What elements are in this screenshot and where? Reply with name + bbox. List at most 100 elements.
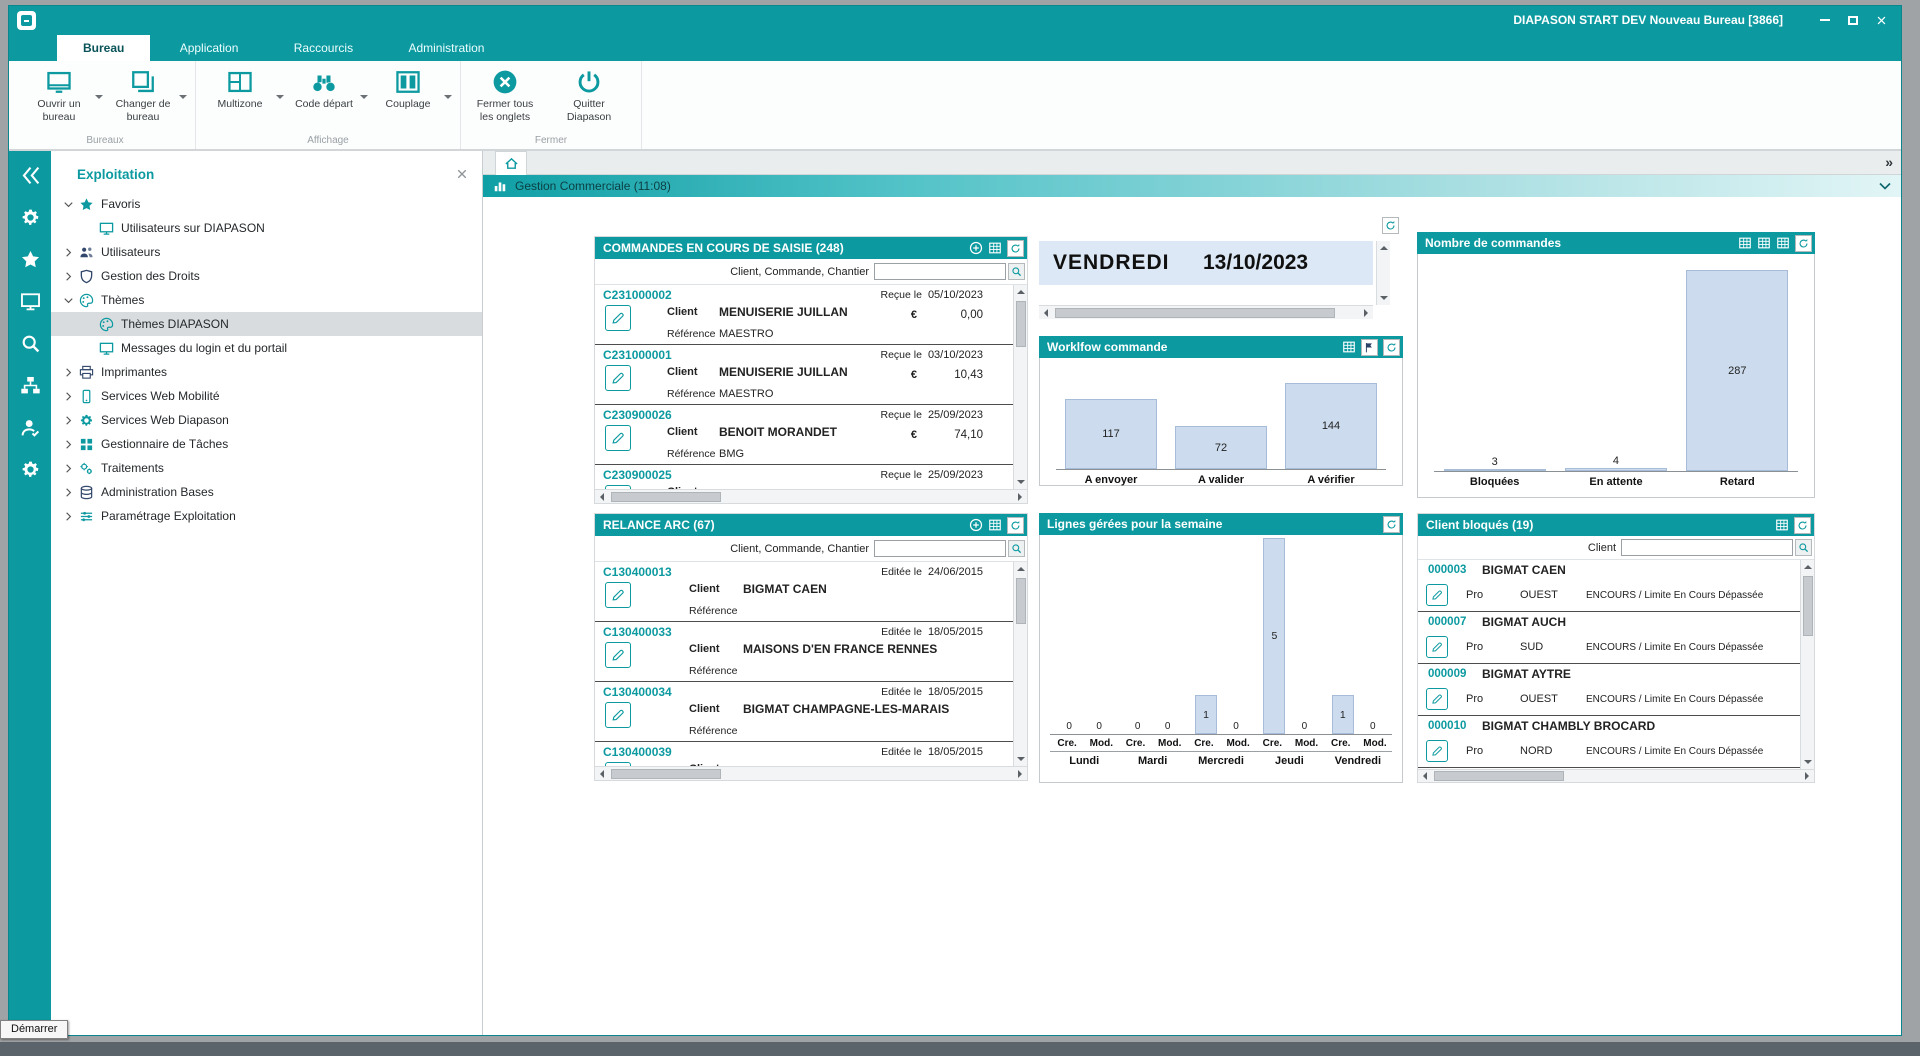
ribbon-button[interactable]: Ouvrir un bureau: [23, 67, 103, 123]
scroll-up-button[interactable]: [1014, 285, 1028, 299]
refresh-button[interactable]: [1383, 516, 1400, 533]
rail-item[interactable]: [20, 249, 41, 270]
close-button[interactable]: [1869, 10, 1893, 30]
ribbon-button[interactable]: Quitter Diapason: [553, 67, 633, 123]
vertical-scrollbar[interactable]: [1376, 241, 1390, 305]
rail-item[interactable]: [20, 291, 41, 312]
ribbon-button[interactable]: Couplage: [372, 67, 452, 111]
scroll-right-button[interactable]: [1359, 306, 1373, 320]
client-id-link[interactable]: 000010: [1428, 720, 1466, 732]
order-id-link[interactable]: C130400013: [603, 565, 672, 579]
ribbon-button[interactable]: Changer de bureau: [107, 67, 187, 123]
table-button[interactable]: [988, 518, 1002, 532]
scroll-thumb[interactable]: [611, 769, 721, 779]
scroll-up-button[interactable]: [1377, 241, 1391, 255]
search-input[interactable]: [874, 540, 1006, 557]
scroll-down-button[interactable]: [1014, 475, 1028, 489]
order-id-link[interactable]: C130400033: [603, 625, 672, 639]
edit-button[interactable]: [605, 305, 631, 331]
dropdown-arrow[interactable]: [360, 95, 368, 103]
table-button[interactable]: [1738, 236, 1752, 250]
table-button[interactable]: [1342, 340, 1356, 354]
search-go[interactable]: [1008, 540, 1025, 557]
scroll-right-button[interactable]: [1013, 490, 1027, 504]
vertical-scrollbar[interactable]: [1013, 285, 1027, 489]
scroll-left-button[interactable]: [595, 490, 609, 504]
order-id-link[interactable]: C130400034: [603, 685, 672, 699]
scroll-left-button[interactable]: [595, 767, 609, 781]
edit-button[interactable]: [1426, 688, 1448, 710]
maximize-button[interactable]: [1841, 10, 1865, 30]
ribbon-tab[interactable]: Raccourcis: [268, 35, 379, 61]
section-collapse-button[interactable]: [1879, 180, 1891, 192]
dropdown-arrow[interactable]: [444, 95, 452, 103]
sidebar-close-button[interactable]: [456, 168, 468, 180]
plus-circle-button[interactable]: [969, 241, 983, 255]
ribbon-tab[interactable]: Administration: [382, 35, 510, 61]
ribbon-button[interactable]: Code départ: [288, 67, 368, 111]
dropdown-arrow[interactable]: [179, 95, 187, 103]
refresh-button[interactable]: [1382, 217, 1399, 234]
edit-button[interactable]: [605, 642, 631, 668]
scroll-up-button[interactable]: [1014, 562, 1028, 576]
order-id-link[interactable]: C130400039: [603, 745, 672, 759]
sidebar-item[interactable]: Gestionnaire de Tâches: [51, 432, 482, 456]
scroll-thumb[interactable]: [1803, 576, 1813, 636]
vertical-scrollbar[interactable]: [1013, 562, 1027, 766]
rail-item[interactable]: [20, 333, 41, 354]
sidebar-item[interactable]: Utilisateurs sur DIAPASON: [51, 216, 482, 240]
client-id-link[interactable]: 000003: [1428, 564, 1466, 576]
ribbon-button[interactable]: Multizone: [204, 67, 284, 111]
scroll-down-button[interactable]: [1014, 752, 1028, 766]
rail-item[interactable]: [20, 375, 41, 396]
refresh-button[interactable]: [1007, 517, 1024, 534]
scroll-thumb[interactable]: [1016, 301, 1026, 347]
search-input[interactable]: [1621, 539, 1793, 556]
sidebar-item[interactable]: Paramétrage Exploitation: [51, 504, 482, 528]
sidebar-item[interactable]: Messages du login et du portail: [51, 336, 482, 360]
scroll-right-button[interactable]: [1800, 769, 1814, 783]
search-go[interactable]: [1795, 539, 1812, 556]
table-button[interactable]: [1775, 518, 1789, 532]
refresh-button[interactable]: [1794, 517, 1811, 534]
edit-button[interactable]: [605, 425, 631, 451]
sidebar-item[interactable]: Thèmes: [51, 288, 482, 312]
order-id-link[interactable]: C230900025: [603, 468, 672, 482]
table-button[interactable]: [988, 241, 1002, 255]
scroll-left-button[interactable]: [1418, 769, 1432, 783]
sidebar-item[interactable]: Traitements: [51, 456, 482, 480]
minimize-button[interactable]: [1813, 10, 1837, 30]
sidebar-item[interactable]: Services Web Mobilité: [51, 384, 482, 408]
taskbar[interactable]: [0, 1042, 1920, 1056]
sidebar-item[interactable]: Utilisateurs: [51, 240, 482, 264]
scroll-thumb[interactable]: [1434, 771, 1564, 781]
scroll-up-button[interactable]: [1801, 560, 1815, 574]
scroll-down-button[interactable]: [1801, 755, 1815, 769]
edit-button[interactable]: [605, 365, 631, 391]
scroll-thumb[interactable]: [611, 492, 721, 502]
scroll-right-button[interactable]: [1013, 767, 1027, 781]
edit-button[interactable]: [1426, 636, 1448, 658]
ribbon-tab[interactable]: Application: [154, 35, 265, 61]
sidebar-item[interactable]: Favoris: [51, 192, 482, 216]
horizontal-scrollbar[interactable]: [1418, 769, 1814, 782]
search-input[interactable]: [874, 263, 1006, 280]
tab-home[interactable]: [495, 151, 527, 175]
client-id-link[interactable]: 000009: [1428, 668, 1466, 680]
table-button[interactable]: [1776, 236, 1790, 250]
sidebar-item[interactable]: Services Web Diapason: [51, 408, 482, 432]
scroll-left-button[interactable]: [1039, 306, 1053, 320]
horizontal-scrollbar[interactable]: [1039, 305, 1373, 319]
rail-item[interactable]: [20, 459, 41, 480]
title-bar[interactable]: DIAPASON START DEV Nouveau Bureau [3866]: [9, 6, 1901, 35]
flag-button[interactable]: [1361, 339, 1378, 356]
refresh-button[interactable]: [1007, 240, 1024, 257]
edit-button[interactable]: [1426, 740, 1448, 762]
ribbon-button[interactable]: Fermer tous les onglets: [469, 67, 549, 123]
sidebar-item[interactable]: Imprimantes: [51, 360, 482, 384]
horizontal-scrollbar[interactable]: [595, 489, 1027, 503]
dropdown-arrow[interactable]: [95, 95, 103, 103]
search-go[interactable]: [1008, 263, 1025, 280]
scroll-thumb[interactable]: [1016, 578, 1026, 624]
client-id-link[interactable]: 000007: [1428, 616, 1466, 628]
